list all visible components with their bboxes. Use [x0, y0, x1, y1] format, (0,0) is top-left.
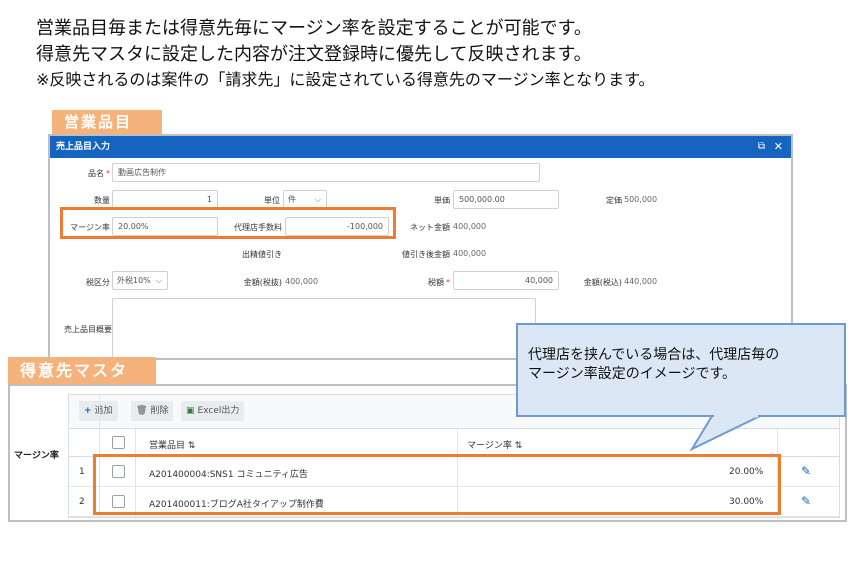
sales-item-tag: 営業品目	[52, 110, 162, 134]
amount-excl-value: 400,000	[285, 277, 319, 286]
row-number: 2	[79, 497, 85, 507]
delete-button-label: 削除	[150, 406, 169, 416]
table-header: 営業品目 ⇅ マージン率 ⇅	[69, 429, 839, 457]
tax-type-label: 税区分	[86, 278, 110, 287]
dialog-header: 売上品目入力 ⧉ ✕	[50, 136, 791, 158]
tax-label: 税額 *	[428, 278, 450, 287]
callout-line-2: マージン率設定のイメージです。	[528, 366, 737, 382]
item-name-label: 品名 *	[88, 169, 110, 178]
shipping-discount-label: 出精値引き	[242, 250, 282, 259]
tax-input[interactable]: 40,000	[453, 271, 559, 290]
sort-icon: ⇅	[187, 441, 196, 451]
intro-line-2: 得意先マスタに設定した内容が注文登録時に優先して反映されます。	[36, 44, 592, 65]
list-price-label: 定価	[606, 196, 622, 205]
excel-button-label: Excel出力	[197, 406, 240, 416]
delete-button[interactable]: 🗑 削除	[131, 401, 174, 421]
row-number: 1	[79, 467, 85, 477]
add-button-label: 追加	[94, 406, 113, 416]
sort-icon: ⇅	[514, 441, 523, 451]
column-header-margin[interactable]: マージン率 ⇅	[467, 438, 522, 451]
edit-pencil-icon[interactable]: ✎	[801, 494, 811, 508]
chevron-down-icon: ⌵	[314, 195, 321, 204]
after-discount-value: 400,000	[453, 249, 487, 258]
margin-highlight	[60, 207, 396, 239]
edit-pencil-icon[interactable]: ✎	[801, 464, 811, 478]
after-discount-label: 値引き後金額	[402, 250, 450, 259]
unit-label: 単位	[264, 196, 280, 205]
net-amount-label: ネット金額	[410, 223, 450, 232]
intro-line-1: 営業品目毎または得意先毎にマージン率を設定することが可能です。	[36, 18, 592, 39]
client-master-tag: 得意先マスタ	[8, 357, 156, 385]
callout-line-1: 代理店を挟んでいる場合は、代理店毎の	[528, 347, 780, 363]
tax-type-value: 外税10%	[117, 276, 151, 285]
unit-select-value: 件	[288, 195, 296, 204]
list-price-value: 500,000	[624, 195, 658, 204]
select-all-checkbox[interactable]	[112, 436, 125, 449]
close-icon[interactable]: ✕	[774, 136, 783, 158]
excel-icon: ▣	[186, 406, 195, 416]
excel-export-button[interactable]: ▣ Excel出力	[181, 401, 245, 421]
callout-note: 代理店を挟んでいる場合は、代理店毎の マージン率設定のイメージです。	[516, 323, 846, 417]
net-amount-value: 400,000	[453, 222, 487, 231]
amount-excl-label: 金額(税抜)	[243, 278, 282, 287]
chevron-down-icon: ⌵	[155, 276, 162, 285]
item-name-input[interactable]: 動画広告制作	[112, 163, 540, 182]
margin-row-label: マージン率	[14, 451, 59, 461]
tax-type-select[interactable]: 外税10% ⌵	[112, 271, 168, 290]
amount-incl-label: 金額(税込)	[583, 278, 622, 287]
plus-icon: +	[84, 406, 92, 416]
unit-price-label: 単価	[434, 196, 450, 205]
amount-incl-value: 440,000	[624, 277, 658, 286]
unit-price-input[interactable]: 500,000.00	[453, 190, 559, 209]
column-header-item[interactable]: 営業品目 ⇅	[149, 438, 195, 451]
summary-textarea[interactable]	[112, 298, 536, 358]
client-margin-highlight	[93, 454, 781, 515]
intro-line-3: ※反映されるのは案件の「請求先」に設定されている得意先のマージン率となります。	[36, 70, 655, 89]
summary-label: 売上品目概要	[64, 325, 112, 334]
quantity-label: 数量	[94, 196, 110, 205]
trash-icon: 🗑	[136, 406, 148, 416]
expand-icon[interactable]: ⧉	[758, 136, 765, 158]
intro-text: 営業品目毎または得意先毎にマージン率を設定することが可能です。 得意先マスタに設…	[36, 16, 836, 92]
dialog-title: 売上品目入力	[56, 142, 111, 152]
